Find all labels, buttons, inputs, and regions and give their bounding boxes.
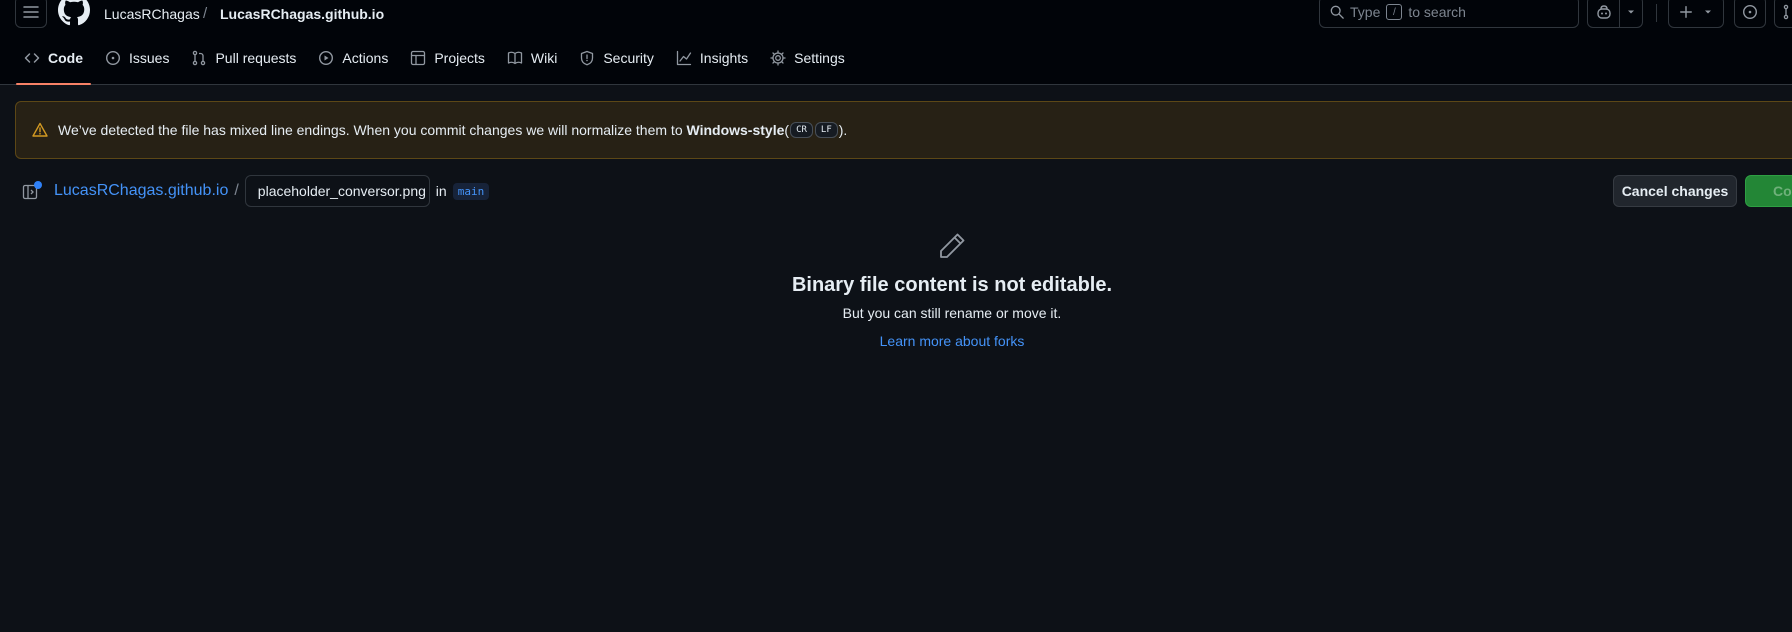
gear-icon <box>770 50 786 66</box>
search-icon <box>1330 5 1344 19</box>
cancel-changes-button[interactable]: Cancel changes <box>1613 175 1737 207</box>
breadcrumb-separator: / <box>203 5 208 22</box>
tab-label: Projects <box>434 50 485 66</box>
copilot-dropdown[interactable] <box>1620 7 1642 17</box>
tab-wiki[interactable]: Wiki <box>499 44 565 78</box>
repo-link[interactable]: LucasRChagas.github.io <box>54 182 228 200</box>
tab-label: Settings <box>794 50 845 66</box>
your-pull-requests-button[interactable] <box>1774 0 1792 28</box>
github-mark-icon <box>58 0 90 26</box>
branch-badge: main <box>452 182 490 200</box>
git-pull-request-icon <box>1783 4 1789 20</box>
tab-security[interactable]: Security <box>571 44 662 78</box>
play-icon <box>319 50 334 66</box>
binary-empty-state: Binary file content is not editable. But… <box>700 230 1204 349</box>
pencil-icon <box>940 233 965 258</box>
empty-state-subtitle: But you can still rename or move it. <box>842 305 1062 321</box>
lf-pill: LF <box>814 122 838 138</box>
cr-pill: CR <box>790 122 813 138</box>
tab-insights[interactable]: Insights <box>668 44 756 78</box>
file-path-bar: LucasRChagas.github.io / placeholder_con… <box>22 175 490 207</box>
tab-label: Code <box>48 50 83 66</box>
path-separator: / <box>234 182 239 199</box>
issue-opened-icon <box>1742 4 1758 20</box>
search-prefix: Type <box>1350 4 1381 20</box>
tab-label: Pull requests <box>215 50 297 66</box>
tab-label: Issues <box>129 50 170 66</box>
learn-more-link[interactable]: Learn more about forks <box>880 333 1025 349</box>
your-issues-button[interactable] <box>1734 0 1766 28</box>
breadcrumb-owner[interactable]: LucasRChagas <box>104 6 200 22</box>
top-bar: LucasRChagas / LucasRChagas.github.io Ty… <box>0 0 1792 30</box>
copilot-icon <box>1596 5 1611 19</box>
tab-actions[interactable]: Actions <box>310 44 396 78</box>
tab-projects[interactable]: Projects <box>402 44 493 78</box>
tab-settings[interactable]: Settings <box>762 44 853 78</box>
header-divider <box>1656 4 1657 22</box>
triangle-down-icon <box>1705 10 1711 14</box>
alert-icon <box>32 122 48 137</box>
banner-message: We’ve detected the file has mixed line e… <box>58 122 683 138</box>
tab-label: Insights <box>699 50 749 66</box>
graph-icon <box>676 50 692 66</box>
code-icon <box>24 53 40 63</box>
issue-icon <box>105 50 121 66</box>
create-new-button[interactable] <box>1668 0 1724 28</box>
empty-state-title: Binary file content is not editable. <box>791 274 1113 296</box>
shield-icon <box>581 50 594 66</box>
search-suffix: to search <box>1408 4 1466 20</box>
tab-issues[interactable]: Issues <box>97 44 177 78</box>
commit-changes-button[interactable]: Commit changes... <box>1745 175 1792 207</box>
plus-icon <box>1680 6 1692 18</box>
table-icon <box>411 50 426 66</box>
line-endings-warning-banner: We’ve detected the file has mixed line e… <box>15 101 1792 159</box>
banner-close: ). <box>838 122 848 138</box>
triangle-down-icon <box>1628 10 1634 14</box>
github-logo[interactable] <box>58 0 90 26</box>
tab-label: Security <box>603 50 654 66</box>
notification-dot <box>34 181 42 189</box>
tab-label: Actions <box>342 50 389 66</box>
hamburger-icon <box>23 6 39 18</box>
banner-open-paren: ( <box>784 122 790 138</box>
filename-input[interactable]: placeholder_conversor.png <box>244 175 430 207</box>
search-input[interactable]: Type / to search <box>1319 0 1579 28</box>
search-shortcut-key: / <box>1386 4 1403 20</box>
book-icon <box>507 51 523 65</box>
pull-request-icon <box>193 50 206 66</box>
banner-style-label: Windows-style <box>686 122 785 138</box>
in-label: in <box>435 183 447 199</box>
copilot-main[interactable] <box>1588 0 1620 27</box>
tab-code[interactable]: Code <box>16 44 91 85</box>
copilot-button[interactable] <box>1587 0 1643 28</box>
tab-pull-requests[interactable]: Pull requests <box>183 44 304 78</box>
file-tree-toggle[interactable] <box>22 181 42 201</box>
tab-label: Wiki <box>530 50 558 66</box>
app-header: LucasRChagas / LucasRChagas.github.io Ty… <box>0 0 1792 85</box>
repo-tabs: Code Issues Pull requests Actions Projec… <box>16 44 859 85</box>
menu-button[interactable] <box>15 0 47 28</box>
breadcrumb-repo[interactable]: LucasRChagas.github.io <box>220 6 384 22</box>
